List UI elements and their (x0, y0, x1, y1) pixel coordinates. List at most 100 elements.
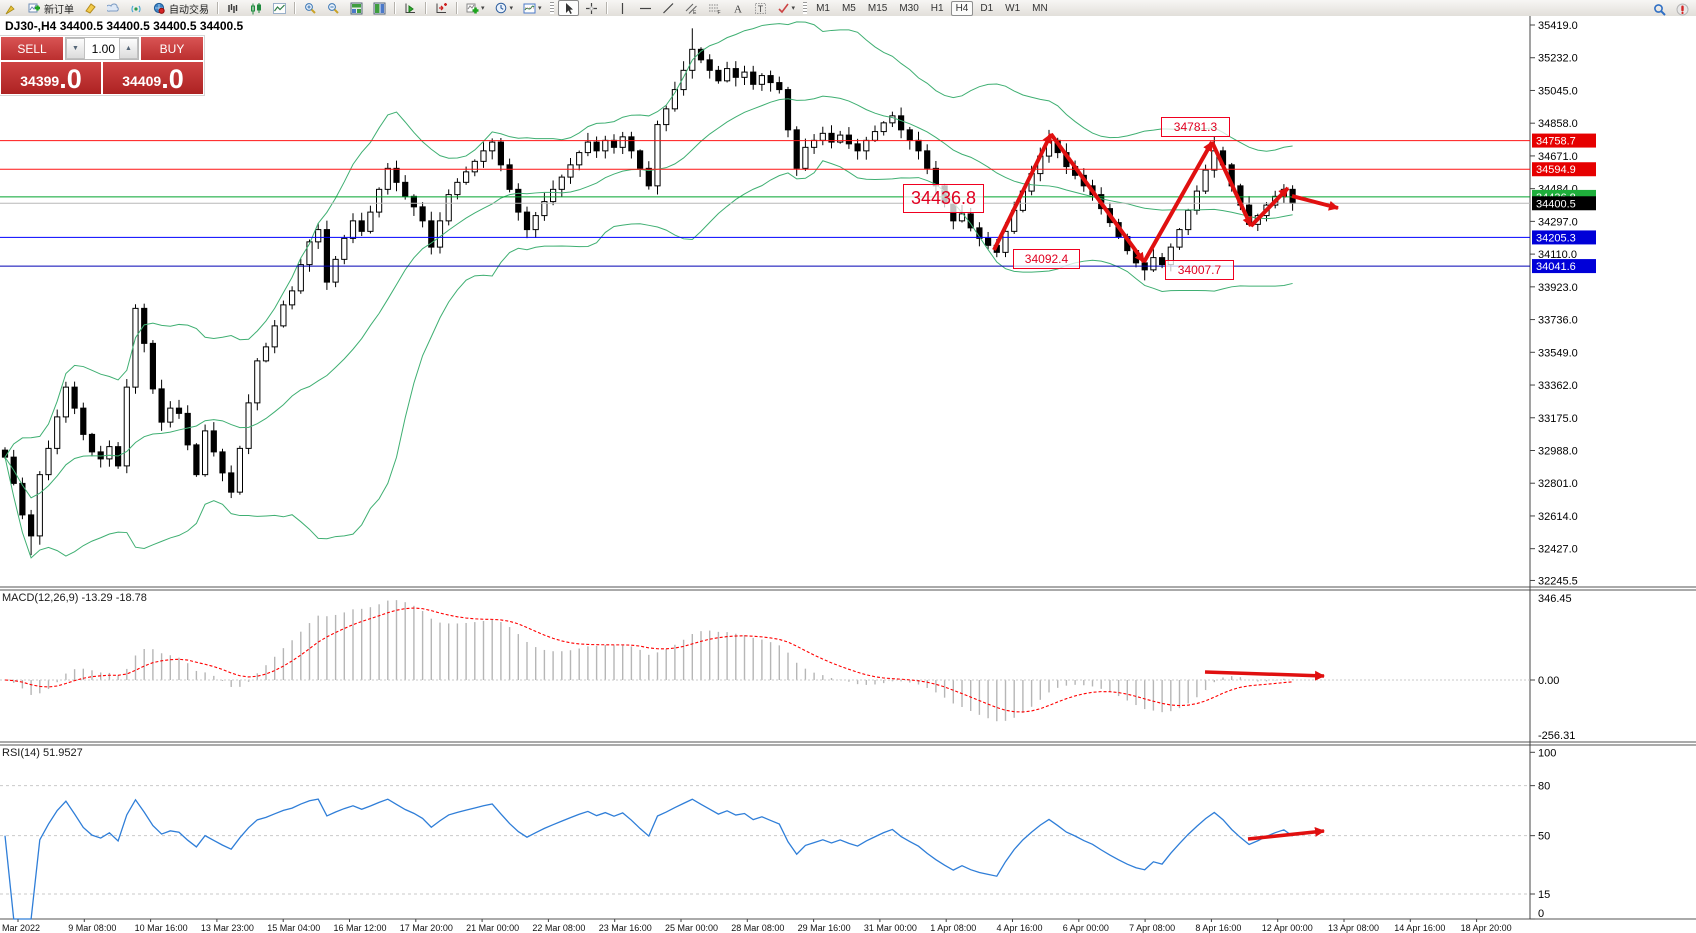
candle-body (603, 140, 608, 151)
candle-body (1203, 170, 1208, 191)
candle-body (255, 361, 260, 403)
candle-body (916, 140, 921, 151)
candle-body (507, 165, 512, 190)
candle-body (846, 135, 851, 144)
candle-body (437, 221, 442, 247)
candle-body (638, 151, 643, 169)
price-tick-label: 34297.0 (1538, 216, 1578, 228)
candle-body (403, 182, 408, 196)
candle-body (785, 90, 790, 130)
candle-body (298, 265, 303, 291)
price-tick-label: 33549.0 (1538, 347, 1578, 359)
time-axis-label: 6 Apr 00:00 (1063, 923, 1109, 933)
candle-body (342, 238, 347, 259)
rsi-label: RSI(14) 51.9527 (2, 747, 83, 759)
price-tick-label: 34671.0 (1538, 151, 1578, 163)
level-tag-label: 34205.3 (1536, 232, 1576, 244)
candle-body (159, 389, 164, 422)
candle-body (290, 291, 295, 305)
chart-background (0, 16, 1696, 933)
time-axis-label: 10 Mar 16:00 (135, 923, 188, 933)
candle-body (220, 452, 225, 473)
sell-price[interactable]: 34399 .0 (1, 62, 101, 94)
candle-body (768, 76, 773, 83)
one-click-trade-panel: SELL ▼ 1.00 ▲ BUY 34399 .0 34409 .0 (0, 36, 204, 95)
candle-body (368, 212, 373, 231)
candle-body (176, 408, 181, 413)
candle-body (281, 305, 286, 326)
candle-body (594, 142, 599, 151)
volume-down-button[interactable]: ▼ (66, 38, 85, 59)
level-tag-label: 34758.7 (1536, 136, 1576, 148)
macd-label: MACD(12,26,9) -13.29 -18.78 (2, 592, 147, 604)
candle-body (812, 140, 817, 147)
time-axis-label: 16 Mar 12:00 (334, 923, 387, 933)
sell-button[interactable]: SELL (1, 37, 63, 60)
candle-body (907, 130, 912, 141)
candle-body (150, 343, 155, 389)
candle-body (333, 259, 338, 282)
chart-surface[interactable]: 35419.035232.035045.034858.034671.034484… (0, 0, 1696, 933)
candle-body (359, 221, 364, 232)
price-tick-label: 33175.0 (1538, 413, 1578, 425)
candle-body (107, 447, 112, 459)
volume-up-button[interactable]: ▲ (119, 38, 138, 59)
candle-body (490, 142, 495, 151)
candle-body (707, 60, 712, 71)
candle-body (29, 515, 34, 536)
candle-body (620, 137, 625, 148)
candle-body (733, 69, 738, 78)
candle-body (237, 448, 242, 492)
volume-stepper: ▼ 1.00 ▲ (65, 37, 139, 60)
price-tick-label: 35232.0 (1538, 53, 1578, 65)
time-axis-label: 9 Mar 08:00 (68, 923, 116, 933)
buy-price-pips: .0 (161, 66, 184, 93)
candle-body (533, 216, 538, 230)
candle-body (272, 326, 277, 347)
time-axis-label: 31 Mar 00:00 (864, 923, 917, 933)
price-tick-label: 35419.0 (1538, 20, 1578, 32)
rsi-axis-label: 0 (1538, 908, 1544, 920)
time-axis-label: 15 Mar 04:00 (267, 923, 320, 933)
level-tag-label: 34041.6 (1536, 261, 1576, 273)
time-axis-label: 23 Mar 16:00 (599, 923, 652, 933)
candle-body (881, 123, 886, 132)
candle-body (655, 125, 660, 186)
candle-body (72, 387, 77, 408)
candle-body (203, 431, 208, 475)
time-axis-label: 14 Apr 16:00 (1394, 923, 1445, 933)
macd-axis-max: 346.45 (1538, 593, 1572, 605)
candle-body (411, 196, 416, 207)
candle-body (316, 230, 321, 242)
price-tick-label: 32427.0 (1538, 544, 1578, 556)
price-annotation: 34781.3 (1161, 117, 1230, 137)
candle-body (307, 242, 312, 265)
macd-axis-zero: 0.00 (1538, 675, 1559, 687)
candle-body (872, 132, 877, 141)
candle-body (63, 387, 68, 417)
price-tick-label: 32245.5 (1538, 575, 1578, 587)
candle-body (899, 116, 904, 130)
time-axis-label: 17 Mar 20:00 (400, 923, 453, 933)
candle-body (464, 172, 469, 183)
candle-body (211, 431, 216, 452)
candle-body (89, 434, 94, 452)
rsi-axis-label: 50 (1538, 831, 1550, 843)
candle-body (1177, 230, 1182, 248)
sell-price-pips: .0 (59, 66, 82, 93)
buy-price[interactable]: 34409 .0 (103, 62, 203, 94)
price-tick-label: 33736.0 (1538, 315, 1578, 327)
volume-value[interactable]: 1.00 (85, 38, 119, 59)
macd-axis-min: -256.31 (1538, 730, 1575, 742)
buy-button[interactable]: BUY (141, 37, 203, 60)
time-axis-label: 21 Mar 00:00 (466, 923, 519, 933)
time-axis-label: 12 Apr 00:00 (1262, 923, 1313, 933)
candle-body (498, 142, 503, 165)
time-axis-label: Mar 2022 (2, 923, 40, 933)
price-annotation: 34436.8 (903, 184, 984, 213)
sell-price-main: 34399 (20, 69, 59, 93)
candle-body (142, 308, 147, 343)
candle-body (986, 238, 991, 245)
time-axis-label: 28 Mar 08:00 (731, 923, 784, 933)
candle-body (168, 408, 173, 422)
